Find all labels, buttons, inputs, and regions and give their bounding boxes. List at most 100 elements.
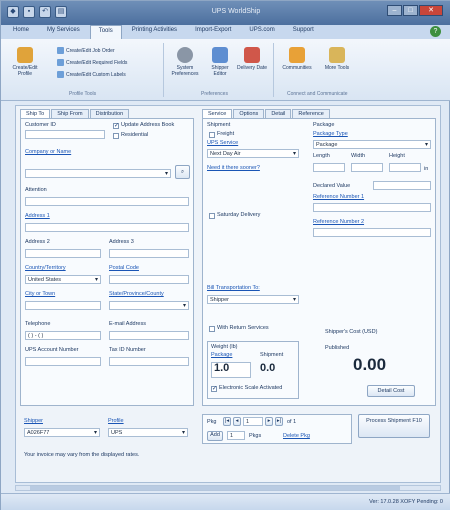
weight-box: Weight (lb) Package Shipment 1.0 0.0 Ele… bbox=[207, 341, 299, 399]
country-label[interactable]: Country/Territory bbox=[25, 265, 66, 271]
length-input[interactable] bbox=[313, 163, 345, 172]
save-icon[interactable]: ▪ bbox=[23, 6, 35, 18]
tab-reference[interactable]: Reference bbox=[292, 109, 330, 118]
package-type-label[interactable]: Package Type bbox=[313, 131, 348, 137]
tab-detail[interactable]: Detail bbox=[265, 109, 292, 118]
minimize-button[interactable]: – bbox=[387, 5, 402, 16]
add-pkg-button[interactable]: Add bbox=[207, 431, 223, 441]
package-type-select[interactable]: Package bbox=[313, 140, 431, 149]
search-button[interactable]: ⌕ bbox=[175, 165, 190, 179]
close-button[interactable]: ✕ bbox=[419, 5, 443, 16]
state-label[interactable]: State/Province/County bbox=[109, 291, 164, 297]
help-icon[interactable]: ? bbox=[430, 26, 441, 37]
residential-checkbox[interactable] bbox=[113, 133, 119, 139]
job-order-icon bbox=[57, 47, 64, 54]
tab-import-export[interactable]: Import-Export bbox=[187, 25, 239, 39]
add-count-input[interactable]: 1 bbox=[227, 431, 245, 440]
state-select[interactable] bbox=[109, 301, 189, 310]
address1-input[interactable] bbox=[25, 223, 189, 232]
tab-ship-from[interactable]: Ship From bbox=[51, 109, 89, 118]
company-select[interactable] bbox=[25, 169, 171, 178]
address1-label[interactable]: Address 1 bbox=[25, 213, 50, 219]
scale-checkbox[interactable] bbox=[211, 385, 217, 392]
reference2-input[interactable] bbox=[313, 228, 431, 237]
tab-ship-to[interactable]: Ship To bbox=[20, 109, 51, 118]
ups-service-label[interactable]: UPS Service bbox=[207, 140, 238, 146]
country-select[interactable]: United States bbox=[25, 275, 101, 284]
tab-support[interactable]: Support bbox=[285, 25, 322, 39]
undo-icon[interactable]: ↶ bbox=[39, 6, 51, 18]
maximize-button[interactable]: □ bbox=[403, 5, 418, 16]
declared-value-input[interactable] bbox=[373, 181, 431, 190]
shipper-label[interactable]: Shipper bbox=[24, 418, 43, 424]
more-tools-button[interactable]: More Tools bbox=[321, 47, 353, 71]
tab-service[interactable]: Service bbox=[202, 109, 233, 118]
required-fields-icon bbox=[57, 59, 64, 66]
reference1-input[interactable] bbox=[313, 203, 431, 212]
postal-code-input[interactable] bbox=[109, 275, 189, 284]
package-weight-input[interactable]: 1.0 bbox=[211, 362, 251, 378]
tab-ups-com[interactable]: UPS.com bbox=[241, 25, 282, 39]
status-text: Ver: 17.0.28 XOFY Pending: 0 bbox=[369, 499, 443, 505]
city-input[interactable] bbox=[25, 301, 101, 310]
ribbon-separator bbox=[273, 43, 274, 97]
app-menu-icon[interactable]: ◆ bbox=[7, 6, 19, 18]
height-input[interactable] bbox=[389, 163, 421, 172]
quick-access-toolbar: ◆ ▪ ↶ ▤ bbox=[7, 6, 67, 18]
width-input[interactable] bbox=[351, 163, 383, 172]
scrollbar-thumb[interactable] bbox=[30, 486, 400, 490]
system-preferences-button[interactable]: System Preferences bbox=[167, 47, 203, 77]
ups-account-input[interactable] bbox=[25, 357, 101, 366]
update-address-book-checkbox[interactable] bbox=[113, 122, 119, 129]
tab-options[interactable]: Options bbox=[233, 109, 265, 118]
process-shipment-button[interactable]: Process Shipment F10 bbox=[358, 414, 430, 438]
create-edit-job-order-button[interactable]: Create/Edit Job Order bbox=[57, 47, 115, 54]
next-pkg-button[interactable]: ▸ bbox=[265, 417, 273, 426]
app-window: ◆ ▪ ↶ ▤ UPS WorldShip – □ ✕ Home My Serv… bbox=[0, 0, 450, 510]
print-icon[interactable]: ▤ bbox=[55, 6, 67, 18]
package-weight-label[interactable]: Package bbox=[211, 352, 232, 358]
tab-home[interactable]: Home bbox=[5, 25, 37, 39]
tab-my-services[interactable]: My Services bbox=[39, 25, 88, 39]
horizontal-scrollbar[interactable] bbox=[15, 485, 441, 491]
customer-id-input[interactable] bbox=[25, 130, 105, 139]
detail-cost-button[interactable]: Detail Cost bbox=[367, 385, 415, 397]
freight-checkbox[interactable] bbox=[209, 132, 215, 138]
prev-pkg-button[interactable]: ◂ bbox=[233, 417, 241, 426]
address3-input[interactable] bbox=[109, 249, 189, 258]
bill-transport-label[interactable]: Bill Transportation To: bbox=[207, 285, 260, 291]
return-services-checkbox[interactable] bbox=[209, 326, 215, 332]
pkg-current-input[interactable]: 1 bbox=[243, 417, 263, 426]
shipper-select[interactable]: A026F77 bbox=[24, 428, 100, 437]
first-pkg-button[interactable]: |◂ bbox=[223, 417, 231, 426]
delete-pkg-link[interactable]: Delete Pkg bbox=[283, 433, 310, 439]
shipper-editor-button[interactable]: Shipper Editor bbox=[205, 47, 235, 77]
create-edit-profile-button[interactable]: Create/Edit Profile bbox=[7, 47, 43, 77]
bill-transport-select[interactable]: Shipper bbox=[207, 295, 299, 304]
profile-select[interactable]: UPS bbox=[108, 428, 188, 437]
postal-code-label[interactable]: Postal Code bbox=[109, 265, 139, 271]
tab-tools[interactable]: Tools bbox=[89, 25, 122, 39]
tax-id-input[interactable] bbox=[109, 357, 189, 366]
email-input[interactable] bbox=[109, 331, 189, 340]
communities-button[interactable]: Communities bbox=[277, 47, 317, 71]
telephone-input[interactable]: ( ) - ( ) bbox=[25, 331, 101, 340]
ups-service-select[interactable]: Next Day Air bbox=[207, 149, 299, 158]
profile-label[interactable]: Profile bbox=[108, 418, 124, 424]
create-edit-custom-labels-button[interactable]: Create/Edit Custom Labels bbox=[57, 71, 126, 78]
tab-distribution[interactable]: Distribution bbox=[89, 109, 130, 118]
need-it-sooner-link[interactable]: Need it there sooner? bbox=[207, 165, 260, 171]
reference1-label[interactable]: Reference Number 1 bbox=[313, 194, 364, 200]
attention-input[interactable] bbox=[25, 197, 189, 206]
company-label[interactable]: Company or Name bbox=[25, 149, 71, 155]
city-label[interactable]: City or Town bbox=[25, 291, 55, 297]
delivery-date-button[interactable]: Delivery Date bbox=[237, 47, 267, 71]
saturday-delivery-checkbox[interactable] bbox=[209, 213, 215, 219]
create-edit-required-fields-button[interactable]: Create/Edit Required Fields bbox=[57, 59, 127, 66]
last-pkg-button[interactable]: ▸| bbox=[275, 417, 283, 426]
reference2-label[interactable]: Reference Number 2 bbox=[313, 219, 364, 225]
tab-printing-activities[interactable]: Printing Activities bbox=[124, 25, 185, 39]
width-label: Width bbox=[351, 153, 366, 159]
ups-account-label: UPS Account Number bbox=[25, 347, 79, 353]
address2-input[interactable] bbox=[25, 249, 101, 258]
